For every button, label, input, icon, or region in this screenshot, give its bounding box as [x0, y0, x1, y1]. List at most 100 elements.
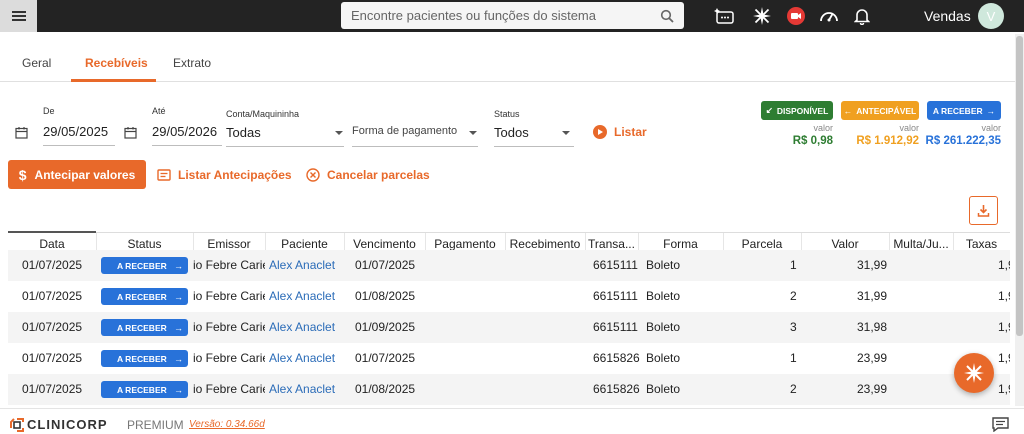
- column-header-transacao[interactable]: Transa...: [585, 237, 638, 251]
- antecipar-valores-button[interactable]: $ Antecipar valores: [8, 160, 146, 189]
- disponivel-badge-label: DISPONÍVEL: [776, 105, 829, 116]
- table-row[interactable]: 01/07/2025 A RECEBER → io Febre Carie Ale…: [8, 312, 1010, 343]
- cell-transacao: 6615826: [593, 351, 640, 365]
- cell-parcela: 3: [790, 320, 797, 334]
- cell-paciente[interactable]: Alex Anaclet: [269, 382, 343, 396]
- chevron-down-icon[interactable]: [562, 131, 570, 135]
- column-header-parcela[interactable]: Parcela: [723, 237, 801, 251]
- calendar-icon[interactable]: [124, 126, 137, 139]
- clinicorp-assistant-fab[interactable]: [954, 353, 994, 393]
- arrow-right-icon: →: [174, 291, 183, 302]
- arrow-right-icon: →: [174, 353, 183, 364]
- active-tab-indicator: [71, 79, 156, 82]
- search-input[interactable]: Encontre pacientes ou funções do sistema: [351, 8, 660, 23]
- status-badge[interactable]: A RECEBER →: [101, 288, 188, 305]
- cell-paciente[interactable]: Alex Anaclet: [269, 289, 343, 303]
- cell-paciente[interactable]: Alex Anaclet: [269, 351, 343, 365]
- cell-paciente[interactable]: Alex Anaclet: [269, 320, 343, 334]
- listar-antecipacoes-label: Listar Antecipações: [178, 168, 292, 182]
- cell-vencimento: 01/08/2025: [355, 289, 416, 303]
- cell-emissor: io Febre Carie: [193, 289, 265, 303]
- cell-transacao: 6615826: [593, 382, 640, 396]
- record-icon[interactable]: [784, 4, 808, 28]
- cell-forma: Boleto: [646, 320, 681, 334]
- cell-transacao: 6615111: [593, 289, 638, 303]
- tab-geral[interactable]: Geral: [22, 56, 51, 70]
- tab-recebiveis[interactable]: Recebíveis: [85, 56, 148, 70]
- cell-vencimento: 01/08/2025: [355, 382, 416, 396]
- status-badge[interactable]: A RECEBER →: [101, 257, 188, 274]
- column-header-forma[interactable]: Forma: [638, 237, 723, 251]
- chat-icon[interactable]: [992, 417, 1009, 432]
- cell-emissor: io Febre Carie: [193, 351, 265, 365]
- table-row[interactable]: 01/07/2025 A RECEBER → io Febre Carie Ale…: [8, 374, 1010, 405]
- clinicorp-logo: CLINICORP: [10, 417, 108, 432]
- clinicorp-star-icon[interactable]: [750, 4, 774, 28]
- bell-icon[interactable]: [850, 4, 874, 28]
- column-header-taxas[interactable]: Taxas: [953, 237, 1010, 251]
- column-header-paciente[interactable]: Paciente: [265, 237, 344, 251]
- calendar-icon[interactable]: [15, 126, 28, 139]
- chevron-down-icon[interactable]: [469, 131, 477, 135]
- column-header-status[interactable]: Status: [96, 237, 193, 251]
- search-icon[interactable]: [660, 9, 674, 23]
- menu-button[interactable]: [0, 0, 37, 32]
- chevron-down-icon[interactable]: [335, 131, 343, 135]
- cell-valor: 23,99: [857, 382, 888, 396]
- a-receber-badge[interactable]: A RECEBER →: [927, 101, 1001, 120]
- antecipavel-badge[interactable]: ← ANTECIPÁVEL: [841, 101, 919, 120]
- conta-select[interactable]: Todas: [226, 125, 261, 140]
- version-link[interactable]: Versão: 0.34.66d: [189, 419, 265, 430]
- column-header-data[interactable]: Data: [8, 237, 96, 251]
- ate-date-input[interactable]: 29/05/2026: [152, 124, 217, 139]
- arrow-left-icon: ←: [843, 105, 853, 116]
- disponivel-badge[interactable]: ↙ DISPONÍVEL: [761, 101, 833, 120]
- listar-antecipacoes-link[interactable]: Listar Antecipações: [157, 168, 292, 182]
- table-row[interactable]: 01/07/2025 A RECEBER → io Febre Carie Ale…: [8, 250, 1010, 281]
- status-select[interactable]: Todos: [494, 125, 529, 140]
- antecipar-valores-label: Antecipar valores: [34, 167, 136, 182]
- cell-data: 01/07/2025: [22, 320, 83, 334]
- hamburger-icon: [11, 11, 26, 21]
- tab-extrato[interactable]: Extrato: [173, 56, 211, 70]
- cell-transacao: 6615111: [593, 258, 638, 272]
- de-label: De: [43, 106, 55, 116]
- speedometer-icon[interactable]: [817, 4, 841, 28]
- cell-forma: Boleto: [646, 289, 681, 303]
- column-header-valor[interactable]: Valor: [801, 237, 889, 251]
- column-header-pagamento[interactable]: Pagamento: [425, 237, 505, 251]
- scrollbar-thumb[interactable]: [1016, 36, 1023, 336]
- column-header-vencimento[interactable]: Vencimento: [344, 237, 425, 251]
- column-header-multa-juros[interactable]: Multa/Ju...: [889, 237, 953, 251]
- arrow-right-icon: →: [986, 105, 996, 116]
- table-row[interactable]: 01/07/2025 A RECEBER → io Febre Carie Ale…: [8, 281, 1010, 312]
- forma-pagamento-select[interactable]: Forma de pagamento: [352, 125, 457, 137]
- brand-name: CLINICORP: [27, 417, 108, 432]
- dollar-icon: $: [18, 166, 27, 183]
- cancelar-parcelas-link[interactable]: Cancelar parcelas: [306, 168, 430, 182]
- cell-data: 01/07/2025: [22, 258, 83, 272]
- cell-parcela: 2: [790, 289, 797, 303]
- column-header-emissor[interactable]: Emissor: [193, 237, 265, 251]
- status-badge[interactable]: A RECEBER →: [101, 350, 188, 367]
- antecipavel-badge-label: ANTECIPÁVEL: [856, 105, 917, 116]
- cell-paciente[interactable]: Alex Anaclet: [269, 258, 343, 272]
- table-row[interactable]: 01/07/2025 A RECEBER → io Febre Carie Ale…: [8, 343, 1010, 374]
- status-badge[interactable]: A RECEBER →: [101, 381, 188, 398]
- download-button[interactable]: [969, 196, 998, 225]
- a-receber-value-label: valor: [981, 123, 1001, 133]
- listar-button[interactable]: Listar: [593, 125, 647, 139]
- clinicorp-logo-icon: [10, 417, 24, 432]
- search-box[interactable]: Encontre pacientes ou funções do sistema: [341, 2, 684, 29]
- user-name[interactable]: Vendas: [924, 8, 971, 24]
- status-badge[interactable]: A RECEBER →: [101, 319, 188, 336]
- chat-sparkle-icon[interactable]: [713, 4, 737, 28]
- cell-valor: 31,99: [857, 258, 888, 272]
- cell-data: 01/07/2025: [22, 289, 83, 303]
- cell-taxas: 1,9: [998, 320, 1010, 334]
- avatar[interactable]: V: [978, 3, 1004, 29]
- antecipavel-value: R$ 1.912,92: [856, 135, 919, 147]
- de-date-input[interactable]: 29/05/2025: [43, 124, 108, 139]
- status-badge-label: A RECEBER: [117, 353, 167, 364]
- column-header-recebimento[interactable]: Recebimento: [505, 237, 585, 251]
